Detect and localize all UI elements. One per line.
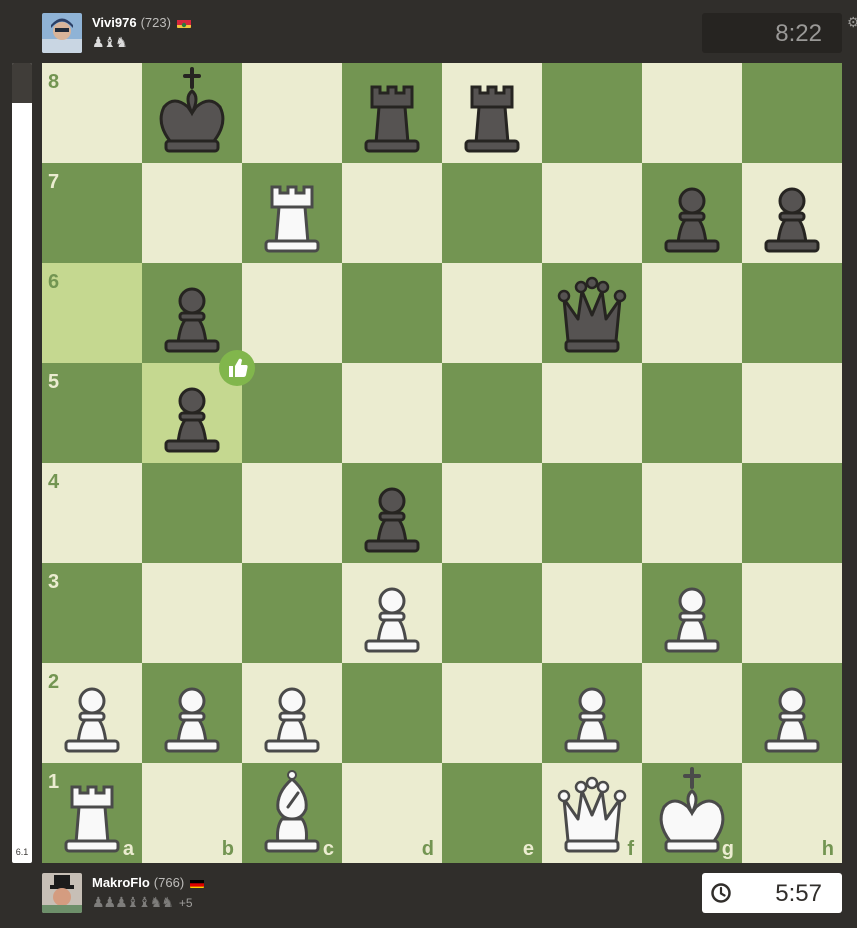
square-e5[interactable] — [442, 363, 542, 463]
top-player-captured-pieces: ♟♝♞ — [92, 34, 128, 50]
white-pawn-b2[interactable] — [142, 663, 242, 763]
square-f5[interactable] — [542, 363, 642, 463]
square-a8[interactable]: 8 — [42, 63, 142, 163]
bottom-clock-time: 5:57 — [775, 880, 822, 907]
rank-label: 4 — [48, 471, 60, 493]
square-g2[interactable] — [642, 663, 742, 763]
white-rook-a1[interactable] — [42, 763, 142, 863]
white-queen-f1[interactable] — [542, 763, 642, 863]
captured-pieces-list: ♟♟♟♝♝♞♞ — [92, 894, 174, 910]
square-g8[interactable] — [642, 63, 742, 163]
square-d7[interactable] — [342, 163, 442, 263]
material-advantage: +5 — [178, 896, 193, 910]
white-pawn-c2[interactable] — [242, 663, 342, 763]
top-player-avatar[interactable] — [42, 13, 82, 53]
file-label: h — [821, 838, 834, 860]
top-player-rating: (723) — [140, 15, 171, 30]
square-h8[interactable] — [742, 63, 842, 163]
square-a6[interactable]: 6 — [42, 263, 142, 363]
square-g6[interactable] — [642, 263, 742, 363]
bottom-player-captured-pieces: ♟♟♟♝♝♞♞ +5 — [92, 894, 193, 911]
white-pawn-f2[interactable] — [542, 663, 642, 763]
white-pawn-a2[interactable] — [42, 663, 142, 763]
top-player-clock: 8:22 — [702, 13, 842, 53]
rank-label: 5 — [48, 371, 60, 393]
square-d6[interactable] — [342, 263, 442, 363]
white-bishop-c1[interactable] — [242, 763, 342, 863]
square-b7[interactable] — [142, 163, 242, 263]
file-label: e — [522, 838, 534, 860]
top-player-name[interactable]: Vivi976 — [92, 15, 137, 30]
square-d5[interactable] — [342, 363, 442, 463]
square-c8[interactable] — [242, 63, 342, 163]
rank-label: 8 — [48, 71, 60, 93]
bottom-player-avatar[interactable] — [42, 873, 82, 913]
square-h5[interactable] — [742, 363, 842, 463]
top-clock-time: 8:22 — [775, 20, 822, 47]
square-a7[interactable]: 7 — [42, 163, 142, 263]
rank-label: 3 — [48, 571, 60, 593]
file-label: b — [221, 838, 234, 860]
square-c3[interactable] — [242, 563, 342, 663]
square-a3[interactable]: 3 — [42, 563, 142, 663]
square-a4[interactable]: 4 — [42, 463, 142, 563]
square-f3[interactable] — [542, 563, 642, 663]
white-king-g1[interactable] — [642, 763, 742, 863]
square-g4[interactable] — [642, 463, 742, 563]
white-pawn-d3[interactable] — [342, 563, 442, 663]
flag-icon — [176, 18, 191, 28]
black-pawn-b6[interactable] — [142, 263, 242, 363]
square-e7[interactable] — [442, 163, 542, 263]
square-d2[interactable] — [342, 663, 442, 763]
square-e1[interactable]: e — [442, 763, 542, 863]
white-rook-c7[interactable] — [242, 163, 342, 263]
gear-icon[interactable]: ⚙ — [847, 14, 857, 31]
square-e2[interactable] — [442, 663, 542, 763]
square-e3[interactable] — [442, 563, 542, 663]
square-e4[interactable] — [442, 463, 542, 563]
file-label: d — [421, 838, 434, 860]
chess-board[interactable]: 87654321abcdefgh — [42, 63, 842, 863]
bottom-player-info: MakroFlo (766) — [92, 875, 205, 890]
square-h1[interactable]: h — [742, 763, 842, 863]
square-b4[interactable] — [142, 463, 242, 563]
black-queen-f6[interactable] — [542, 263, 642, 363]
black-pawn-h7[interactable] — [742, 163, 842, 263]
evaluation-bar: 6.1 — [12, 63, 32, 863]
white-pawn-g3[interactable] — [642, 563, 742, 663]
flag-icon — [190, 878, 205, 888]
evaluation-bar-black-portion — [12, 63, 32, 103]
thumbs-up-icon — [218, 349, 256, 387]
square-a5[interactable]: 5 — [42, 363, 142, 463]
bottom-player-clock: 5:57 — [702, 873, 842, 913]
square-c5[interactable] — [242, 363, 342, 463]
square-b3[interactable] — [142, 563, 242, 663]
clock-icon — [710, 882, 732, 904]
square-h4[interactable] — [742, 463, 842, 563]
white-pawn-h2[interactable] — [742, 663, 842, 763]
square-g5[interactable] — [642, 363, 742, 463]
bottom-player-name[interactable]: MakroFlo — [92, 875, 150, 890]
square-b1[interactable]: b — [142, 763, 242, 863]
black-pawn-g7[interactable] — [642, 163, 742, 263]
bottom-player-rating: (766) — [153, 875, 185, 890]
top-player-info: Vivi976 (723) — [92, 15, 191, 30]
square-f4[interactable] — [542, 463, 642, 563]
square-h6[interactable] — [742, 263, 842, 363]
rank-label: 7 — [48, 171, 60, 193]
square-d1[interactable]: d — [342, 763, 442, 863]
black-king-b8[interactable] — [142, 63, 242, 163]
black-rook-d8[interactable] — [342, 63, 442, 163]
square-f7[interactable] — [542, 163, 642, 263]
square-f8[interactable] — [542, 63, 642, 163]
square-c4[interactable] — [242, 463, 342, 563]
square-c6[interactable] — [242, 263, 342, 363]
square-h3[interactable] — [742, 563, 842, 663]
rank-label: 6 — [48, 271, 60, 293]
evaluation-value: 6.1 — [15, 847, 29, 857]
square-e6[interactable] — [442, 263, 542, 363]
black-rook-e8[interactable] — [442, 63, 542, 163]
black-pawn-d4[interactable] — [342, 463, 442, 563]
